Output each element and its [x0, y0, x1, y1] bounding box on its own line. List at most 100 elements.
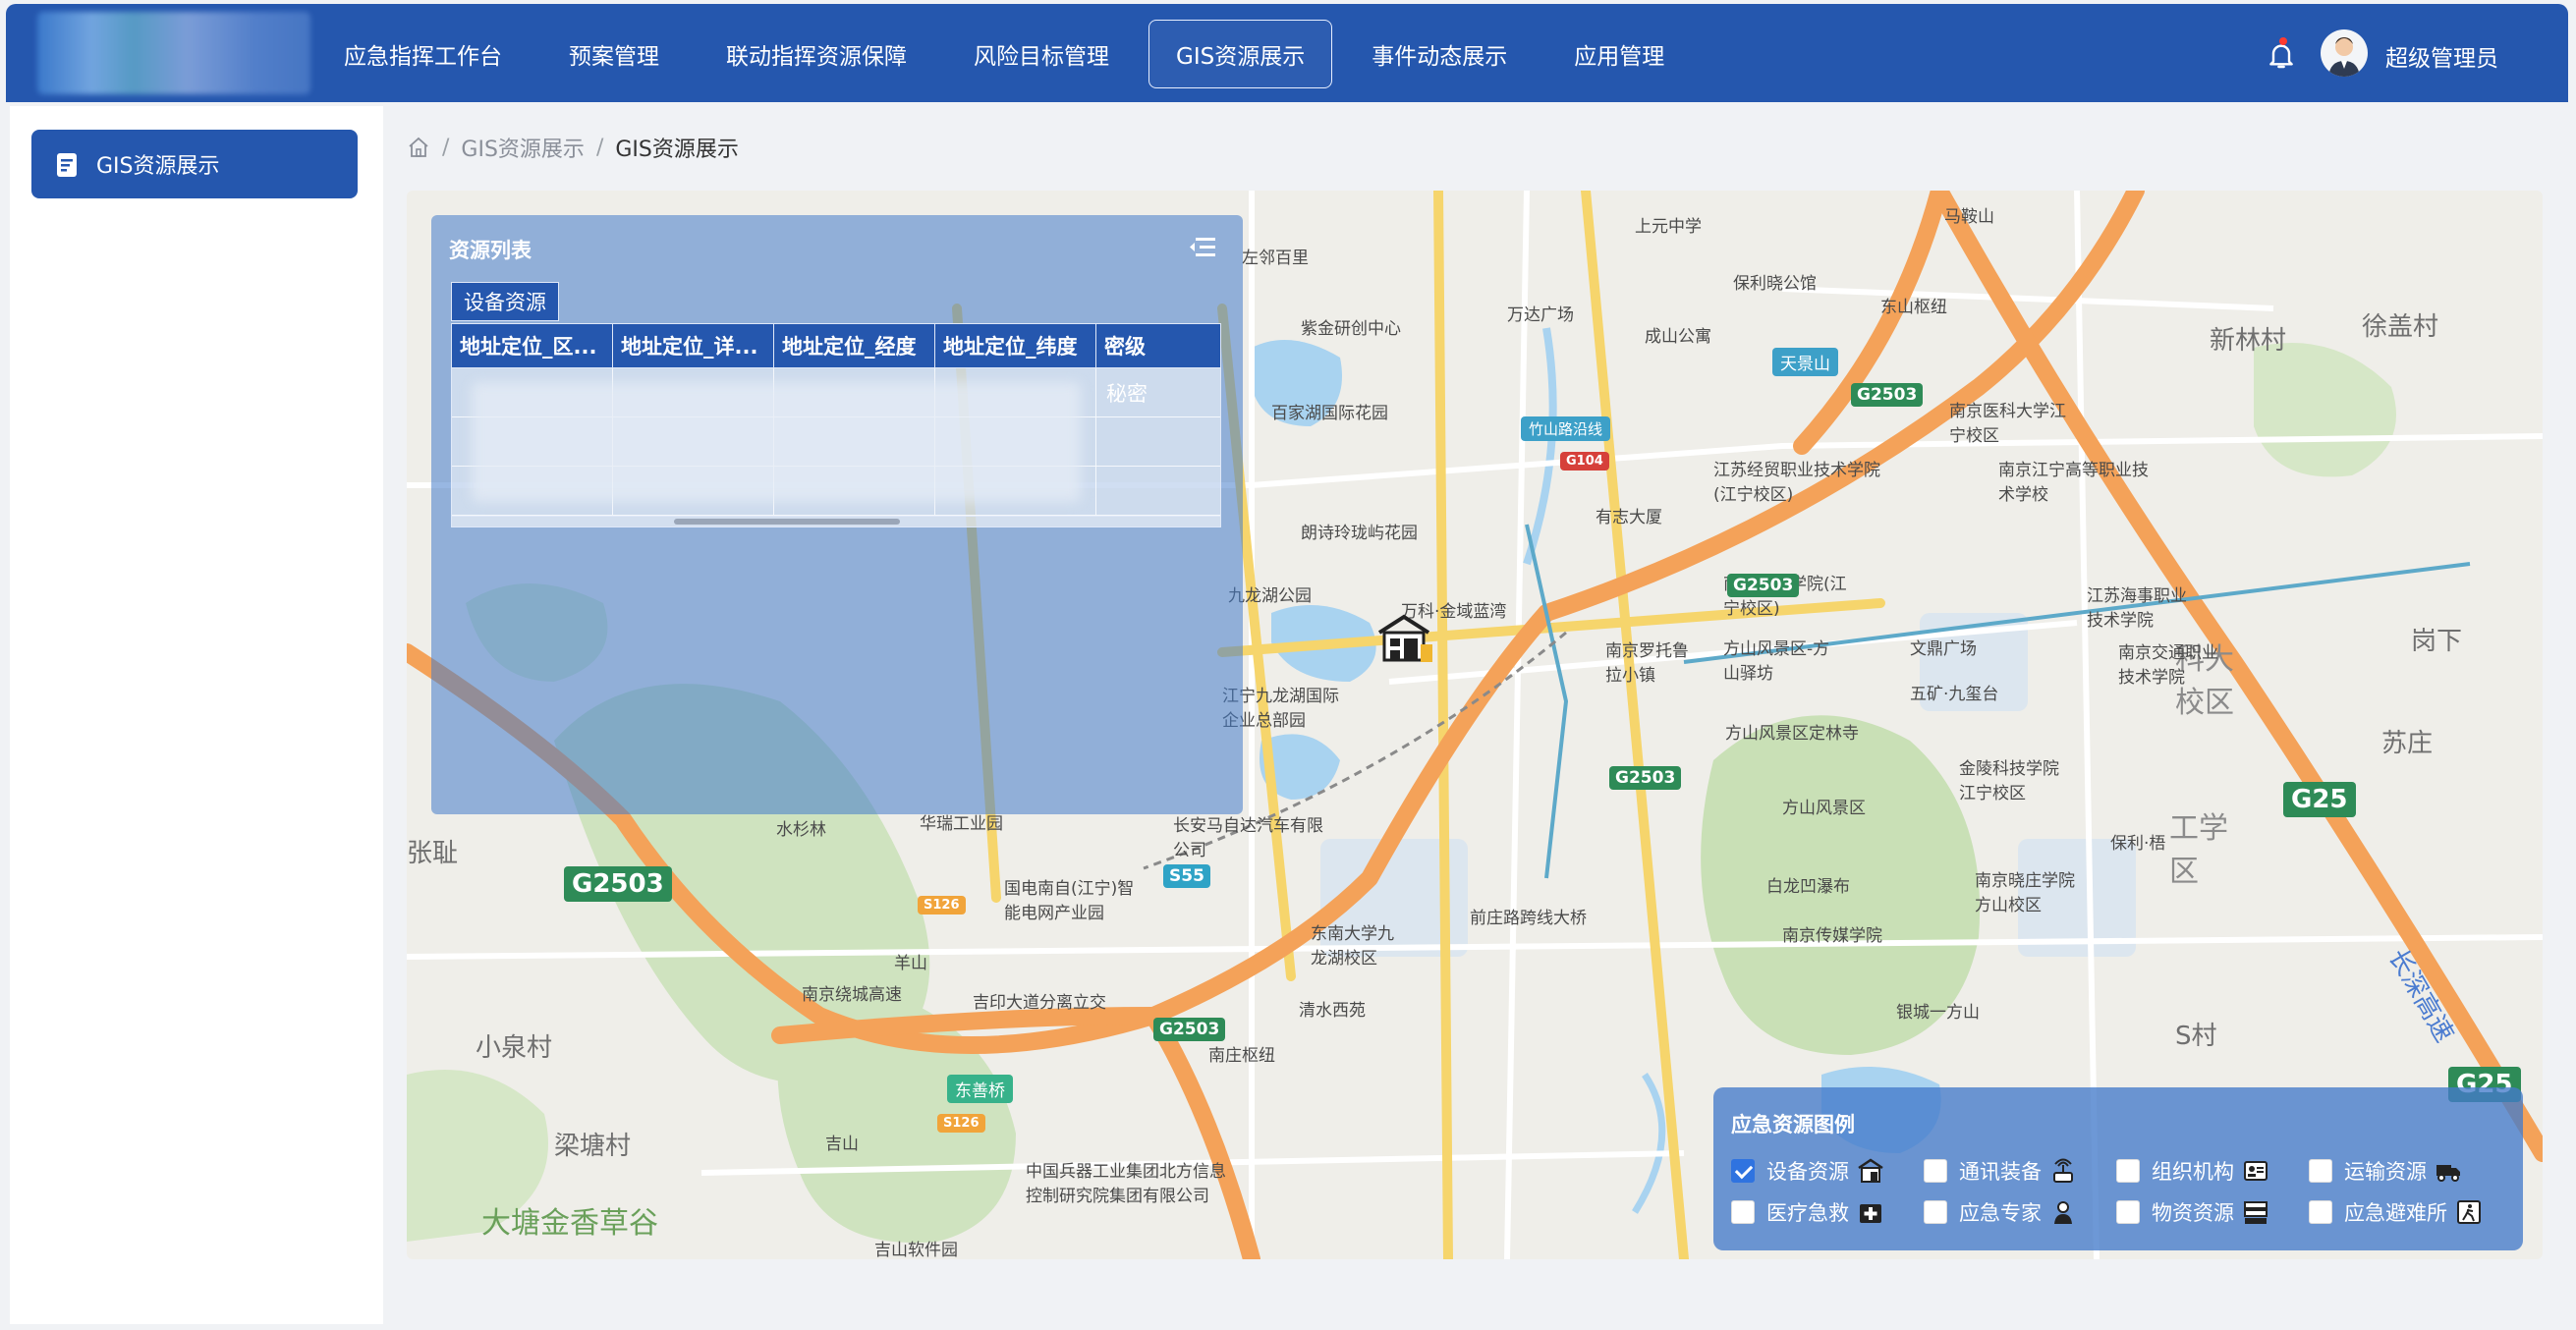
legend-label: 组织机构 — [2152, 1160, 2234, 1184]
map-label: 朗诗玲珑屿花园 — [1301, 524, 1418, 543]
map-label: 东山枢纽 — [1880, 298, 1947, 317]
legend-item-transport[interactable]: 运输资源 — [2309, 1154, 2462, 1188]
legend-checkbox[interactable] — [1731, 1200, 1755, 1224]
gis-map[interactable]: 马鞍山 上元中学 左邻百里 紫金研创中心 万达广场 成山公寓 保利晓公馆 东山枢… — [407, 191, 2543, 1259]
map-label: 小泉村 — [476, 1033, 553, 1063]
map-label: 水杉林 — [776, 820, 826, 840]
column-header[interactable]: 地址定位_纬度 — [935, 324, 1096, 367]
map-label: 万达广场 — [1507, 305, 1574, 325]
legend-label: 运输资源 — [2344, 1160, 2427, 1184]
legend-label: 物资资源 — [2152, 1201, 2234, 1225]
map-label: 马鞍山 — [1944, 207, 1994, 227]
nav-gis-resources[interactable]: GIS资源展示 — [1148, 20, 1333, 88]
map-label: 长安马自达汽车有限公司 — [1173, 816, 1323, 860]
map-label: 上元中学 — [1635, 217, 1702, 237]
classification-cell: 秘密 — [1106, 381, 1148, 406]
expert-icon — [2054, 1201, 2072, 1224]
table-body: 秘密 — [451, 368, 1221, 516]
map-label: 成山公寓 — [1645, 327, 1711, 347]
breadcrumb: / GIS资源展示 / GIS资源展示 — [407, 130, 739, 165]
map-label: 方山风景区定林寺 — [1725, 724, 1859, 744]
breadcrumb-item[interactable]: GIS资源展示 — [461, 132, 585, 163]
nav-event-dynamics[interactable]: 事件动态展示 — [1344, 20, 1535, 88]
map-label: 银城一方山 — [1896, 1003, 1980, 1023]
resource-legend-panel: 应急资源图例 设备资源 通讯装备 组织机构 运输资源 医疗急救 应急专家 物资资… — [1713, 1087, 2523, 1250]
sidebar-item-gis-resources[interactable]: GIS资源展示 — [31, 130, 358, 198]
map-label: 南京医科大学江宁校区 — [1949, 402, 2066, 446]
column-header[interactable]: 密级 — [1096, 324, 1218, 367]
map-label: 白龙凹瀑布 — [1766, 877, 1850, 897]
map-label: 保利·梧 — [2110, 834, 2166, 854]
map-label: 保利晓公馆 — [1733, 274, 1817, 294]
road-shield: G25 — [2283, 782, 2356, 817]
medical-kit-icon — [1860, 1204, 1881, 1223]
map-label: 前庄路跨线大桥 — [1470, 909, 1587, 928]
column-header[interactable]: 地址定位_区... — [452, 324, 613, 367]
legend-item-supplies[interactable]: 物资资源 — [2116, 1195, 2269, 1229]
legend-item-shelter[interactable]: 应急避难所 — [2309, 1195, 2483, 1229]
legend-item-organization[interactable]: 组织机构 — [2116, 1154, 2269, 1188]
nav-plan-management[interactable]: 预案管理 — [541, 20, 687, 88]
sidebar-item-label: GIS资源展示 — [96, 154, 220, 179]
map-label: 吉山 — [825, 1135, 859, 1154]
legend-label: 医疗急救 — [1766, 1201, 1849, 1225]
tab-equipment-resources[interactable]: 设备资源 — [451, 282, 559, 321]
breadcrumb-separator: / — [442, 135, 450, 160]
legend-checkbox[interactable] — [1924, 1200, 1947, 1224]
nav-app-management[interactable]: 应用管理 — [1546, 20, 1692, 88]
avatar[interactable] — [2321, 29, 2368, 77]
truck-icon — [2436, 1165, 2460, 1182]
app-logo — [37, 12, 310, 94]
map-label: 有志大厦 — [1596, 508, 1662, 527]
map-label: S村 — [2175, 1022, 2217, 1051]
map-label: 徐盖村 — [2362, 312, 2439, 342]
legend-label: 通讯装备 — [1959, 1160, 2042, 1184]
map-label: 天景山 — [1772, 348, 1838, 376]
road-shield: S126 — [937, 1114, 985, 1133]
legend-label: 应急专家 — [1959, 1201, 2042, 1225]
document-icon — [57, 153, 77, 177]
column-header[interactable]: 地址定位_经度 — [774, 324, 935, 367]
column-header[interactable]: 地址定位_详... — [613, 324, 774, 367]
resource-list-panel: 资源列表 设备资源 地址定位_区... 地址定位_详... 地址定位_经度 地址… — [431, 215, 1243, 814]
legend-item-expert[interactable]: 应急专家 — [1924, 1195, 2077, 1229]
legend-label: 设备资源 — [1766, 1160, 1849, 1184]
supplies-icon — [2244, 1201, 2268, 1224]
legend-item-medical[interactable]: 医疗急救 — [1731, 1195, 1884, 1229]
horizontal-scrollbar[interactable] — [451, 516, 1221, 527]
road-shield: S126 — [918, 896, 966, 914]
home-icon[interactable] — [407, 136, 430, 159]
road-shield: G2503 — [1153, 1018, 1226, 1041]
map-label: 中国兵器工业集团北方信息控制研究院集团有限公司 — [1026, 1162, 1226, 1206]
legend-item-equipment[interactable]: 设备资源 — [1731, 1154, 1884, 1188]
legend-item-communication[interactable]: 通讯装备 — [1924, 1154, 2077, 1188]
road-shield: G2503 — [1727, 574, 1800, 597]
map-label: 南京罗托鲁拉小镇 — [1605, 641, 1689, 686]
map-label: 国电南自(江宁)智能电网产业园 — [1004, 879, 1135, 923]
warehouse-marker-icon[interactable] — [1375, 611, 1432, 664]
legend-label: 应急避难所 — [2344, 1201, 2447, 1225]
notification-dot — [2279, 37, 2287, 45]
menu-collapse-icon[interactable] — [1188, 235, 1217, 260]
nav-emergency-command[interactable]: 应急指挥工作台 — [316, 20, 530, 88]
map-label: 工学区 — [2169, 811, 2228, 889]
legend-checkbox[interactable] — [2116, 1159, 2140, 1183]
legend-checkbox[interactable] — [1924, 1159, 1947, 1183]
legend-checkbox[interactable] — [1731, 1159, 1755, 1183]
user-name[interactable]: 超级管理员 — [2385, 39, 2498, 73]
map-label: 南京晓庄学院方山校区 — [1975, 871, 2075, 915]
warehouse-icon — [1858, 1158, 1883, 1183]
map-label: 方山风景区 — [1782, 799, 1866, 818]
road-shield: G2503 — [564, 866, 672, 902]
breadcrumb-current: GIS资源展示 — [615, 138, 739, 162]
road-shield: G2503 — [1851, 383, 1924, 407]
nav-resource-support[interactable]: 联动指挥资源保障 — [699, 20, 934, 88]
id-card-icon — [2244, 1161, 2268, 1181]
legend-checkbox[interactable] — [2116, 1200, 2140, 1224]
map-label: 东南大学九龙湖校区 — [1311, 924, 1394, 969]
table-header: 地址定位_区... 地址定位_详... 地址定位_经度 地址定位_纬度 密级 — [451, 323, 1221, 368]
map-label: 吉印大道分离立交 — [973, 993, 1106, 1013]
nav-risk-target[interactable]: 风险目标管理 — [946, 20, 1137, 88]
legend-checkbox[interactable] — [2309, 1159, 2332, 1183]
legend-checkbox[interactable] — [2309, 1200, 2332, 1224]
